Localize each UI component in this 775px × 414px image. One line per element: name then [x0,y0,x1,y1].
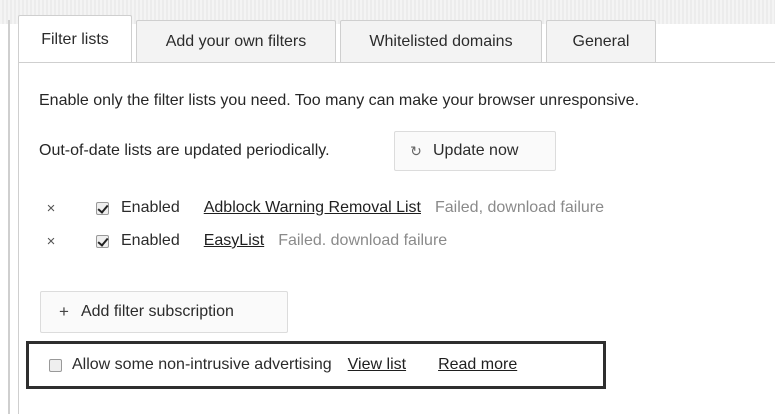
filter-list-name-link[interactable]: EasyList [204,232,264,250]
filter-list-row: × Enabled EasyList Failed. download fail… [44,229,448,253]
enabled-checkbox[interactable] [96,234,109,248]
remove-list-icon[interactable]: × [44,200,58,217]
enabled-checkbox[interactable] [96,201,109,215]
remove-list-icon[interactable]: × [44,233,58,250]
tab-add-your-own-filters[interactable]: Add your own filters [136,20,336,63]
allow-non-intrusive-ads-checkbox[interactable] [49,358,62,372]
tab-bar: Filter lists Add your own filters Whitel… [18,15,660,63]
add-filter-subscription-button[interactable]: + Add filter subscription [40,291,288,333]
update-now-button[interactable]: ↻ Update now [394,131,556,171]
filter-list-status: Failed, download failure [435,199,604,216]
enabled-label: Enabled [121,232,180,249]
tab-filter-lists[interactable]: Filter lists [18,15,132,63]
acceptable-ads-highlight: Allow some non-intrusive advertising Vie… [26,341,606,389]
left-edge [8,20,10,414]
enabled-label: Enabled [121,199,180,216]
filter-list-row: × Enabled Adblock Warning Removal List F… [44,196,604,220]
read-more-link[interactable]: Read more [438,356,517,374]
add-filter-subscription-label: Add filter subscription [80,303,234,320]
options-page: Filter lists Add your own filters Whitel… [0,0,775,414]
filter-list-status: Failed. download failure [278,232,448,249]
plus-icon: + [59,302,69,321]
tab-whitelisted-domains[interactable]: Whitelisted domains [340,20,542,63]
refresh-icon: ↻ [410,142,422,159]
filter-list-name-link[interactable]: Adblock Warning Removal List [204,199,421,217]
tab-general[interactable]: General [546,20,656,63]
allow-non-intrusive-ads-label: Allow some non-intrusive advertising [72,356,332,373]
view-list-link[interactable]: View list [348,356,406,374]
update-now-label: Update now [433,142,519,159]
update-info-text: Out-of-date lists are updated periodical… [39,142,330,159]
intro-text: Enable only the filter lists you need. T… [39,92,640,109]
